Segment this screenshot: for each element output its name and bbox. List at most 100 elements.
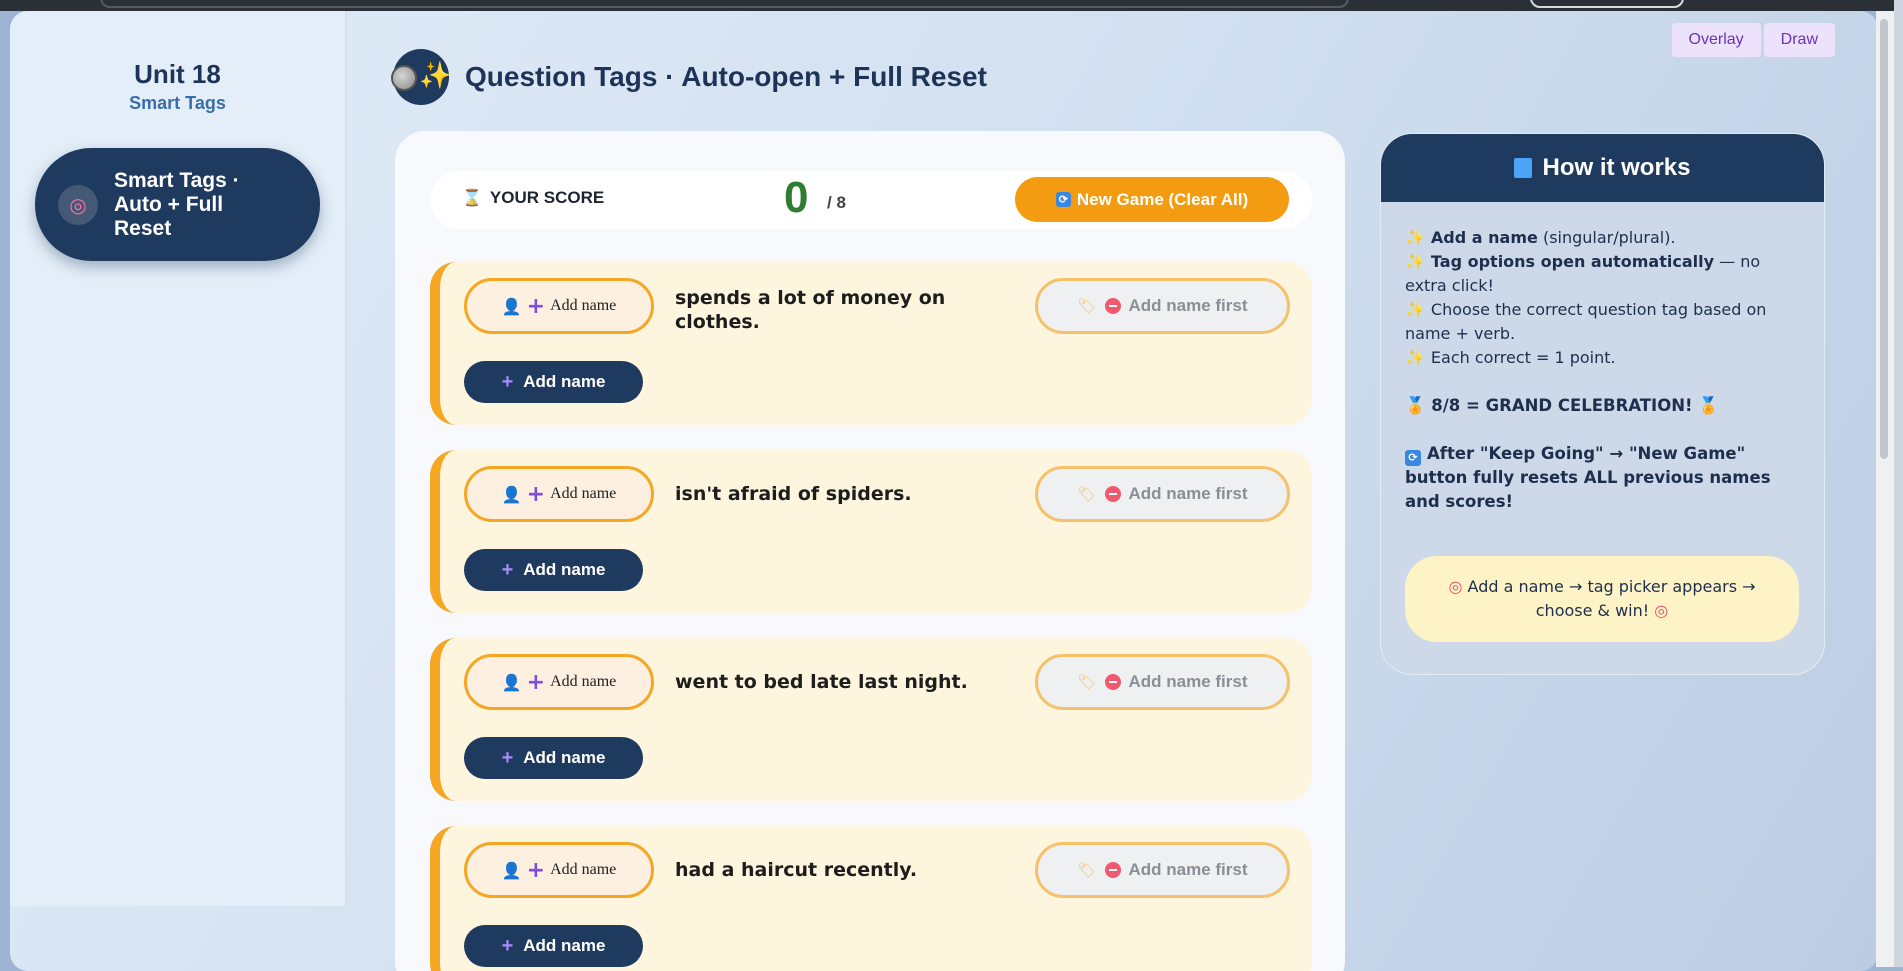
browser-top-strip [0,0,1903,11]
window-edge [1894,0,1903,967]
add-name-pill-label: Add name [550,485,617,502]
add-name-pill[interactable]: 👤 + Add name [464,842,654,898]
hourglass-icon: ⌛ [462,190,482,207]
plus-icon: + [526,857,546,883]
add-name-button-label: Add name [523,560,606,579]
tag-picker-disabled: 🏷 Add name first [1035,466,1290,522]
plus-icon: + [526,481,546,507]
tag-status: Add name first [1128,484,1248,503]
question-sentence: isn't afraid of spiders. [675,483,912,505]
add-name-button[interactable]: + Add name [464,549,643,591]
page-header: ✨ Question Tags · Auto-open + Full Reset [391,49,987,105]
medal-icon: 🏅 [1405,396,1426,415]
scrollbar-thumb[interactable] [1880,19,1888,459]
sparkle-icon: ✨ [1405,348,1425,367]
repeat-icon: ⟳ [1405,450,1421,466]
add-name-button-label: Add name [523,372,606,391]
sidebar: Unit 18 Smart Tags ◎ Smart Tags · Auto +… [10,11,347,906]
unit-title: Unit 18 [134,59,221,89]
plus-icon: + [526,669,546,695]
tag-picker-disabled: 🏷 Add name first [1035,654,1290,710]
add-name-button-label: Add name [523,748,606,767]
add-name-button-label: Add name [523,936,606,955]
question-sentence: spends a lot of money on clothes. [675,287,946,333]
toolbar-pill[interactable] [1530,0,1684,8]
how-it-works-header: How it works [1381,134,1824,202]
question-sentence: went to bed late last night. [675,671,968,693]
add-name-pill-label: Add name [550,861,617,878]
new-game-label: New Game (Clear All) [1076,189,1249,209]
no-entry-icon [1104,298,1121,314]
question-card: 👤 + Add name spends a lot of money on cl… [430,262,1312,425]
question-card: 👤 + Add name isn't afraid of spiders. 🏷 … [430,450,1312,613]
person-icon: 👤 [501,296,522,316]
score-value: 0 [784,173,809,222]
sidebar-item-smart-tags[interactable]: ◎ Smart Tags · Auto + Full Reset [35,148,320,261]
sparkle-icon: ✨ [1405,252,1425,271]
score-label-text: YOUR SCORE [489,188,605,207]
step-4: ✨ Each correct = 1 point. [1405,348,1616,367]
target-icon: ◎ [1448,577,1463,596]
plus-icon: + [501,746,514,769]
how-it-works-panel: How it works ✨ Add a name (singular/plura… [1380,133,1825,675]
refresh-icon: ⟳ [1055,192,1071,207]
add-name-pill-label: Add name [550,673,617,690]
tip-box: ◎ Add a name → tag picker appears → choo… [1405,556,1799,642]
add-name-button[interactable]: + Add name [464,361,643,403]
question-sentence: had a haircut recently. [675,859,918,881]
step-3: ✨ Choose the correct question tag based o… [1405,300,1767,343]
question-card: 👤 + Add name went to bed late last night… [430,638,1312,801]
add-name-button[interactable]: + Add name [464,737,643,779]
unit-subtitle: Smart Tags [129,93,226,113]
step-2: ✨ Tag options open automatically — no ext… [1405,252,1761,295]
tag-icon: 🏷 [1077,673,1097,691]
question-card: 👤 + Add name had a haircut recently. 🏷 A… [430,826,1312,971]
tag-picker-disabled: 🏷 Add name first [1035,842,1290,898]
overlay-controls: Overlay Draw [1671,23,1835,57]
target-icon: ◎ [58,184,98,225]
book-icon [1514,158,1533,178]
how-it-works-title: How it works [1542,154,1691,181]
step-1: ✨ Add a name (singular/plural). [1405,228,1676,247]
tip-text: Add a name → tag picker appears → choose… [1467,577,1756,620]
tag-icon: 🏷 [1077,485,1097,503]
tag-status: Add name first [1128,296,1248,315]
target-icon: ◎ [1654,601,1669,620]
person-icon: 👤 [501,672,522,692]
person-icon: 👤 [501,484,522,504]
celebration-note: 🏅 8/8 = GRAND CELEBRATION! 🏅 [1405,396,1719,415]
page-title: Question Tags · Auto-open + Full Reset [465,61,987,92]
add-name-pill[interactable]: 👤 + Add name [464,466,654,522]
add-name-button[interactable]: + Add name [464,925,643,967]
no-entry-icon [1104,674,1121,690]
add-name-pill[interactable]: 👤 + Add name [464,654,654,710]
add-name-pill[interactable]: 👤 + Add name [464,278,654,334]
tag-status: Add name first [1128,860,1248,879]
reset-note: ⟳ After "Keep Going" → "New Game" button … [1405,444,1771,511]
score-label: ⌛ YOUR SCORE [462,188,604,208]
moon-sparkle-icon: ✨ [391,49,451,105]
plus-icon: + [501,558,514,581]
score-max: / 8 [827,193,846,212]
scrollbar[interactable] [1876,11,1894,967]
sparkle-icon: ✨ [1405,300,1425,319]
tag-status: Add name first [1128,672,1248,691]
sidebar-item-label: Smart Tags · Auto + Full Reset [114,168,240,240]
tag-icon: 🏷 [1077,861,1097,879]
draw-button[interactable]: Draw [1763,23,1835,57]
overlay-button[interactable]: Overlay [1671,23,1761,57]
no-entry-icon [1104,486,1121,502]
plus-icon: + [501,370,514,393]
tag-picker-disabled: 🏷 Add name first [1035,278,1290,334]
score-bar: ⌛ YOUR SCORE 0 / 8 ⟳ New Game (Clear All… [430,171,1312,229]
game-card: ⌛ YOUR SCORE 0 / 8 ⟳ New Game (Clear All… [395,131,1345,971]
app-window: Overlay Draw Unit 18 Smart Tags ◎ Smart … [10,11,1878,971]
person-icon: 👤 [501,860,522,880]
medal-icon: 🏅 [1698,396,1719,415]
new-game-button[interactable]: ⟳ New Game (Clear All) [1015,177,1289,222]
plus-icon: + [526,293,546,319]
add-name-pill-label: Add name [550,297,617,314]
no-entry-icon [1104,862,1121,878]
plus-icon: + [501,934,514,957]
address-bar[interactable] [100,0,1349,8]
